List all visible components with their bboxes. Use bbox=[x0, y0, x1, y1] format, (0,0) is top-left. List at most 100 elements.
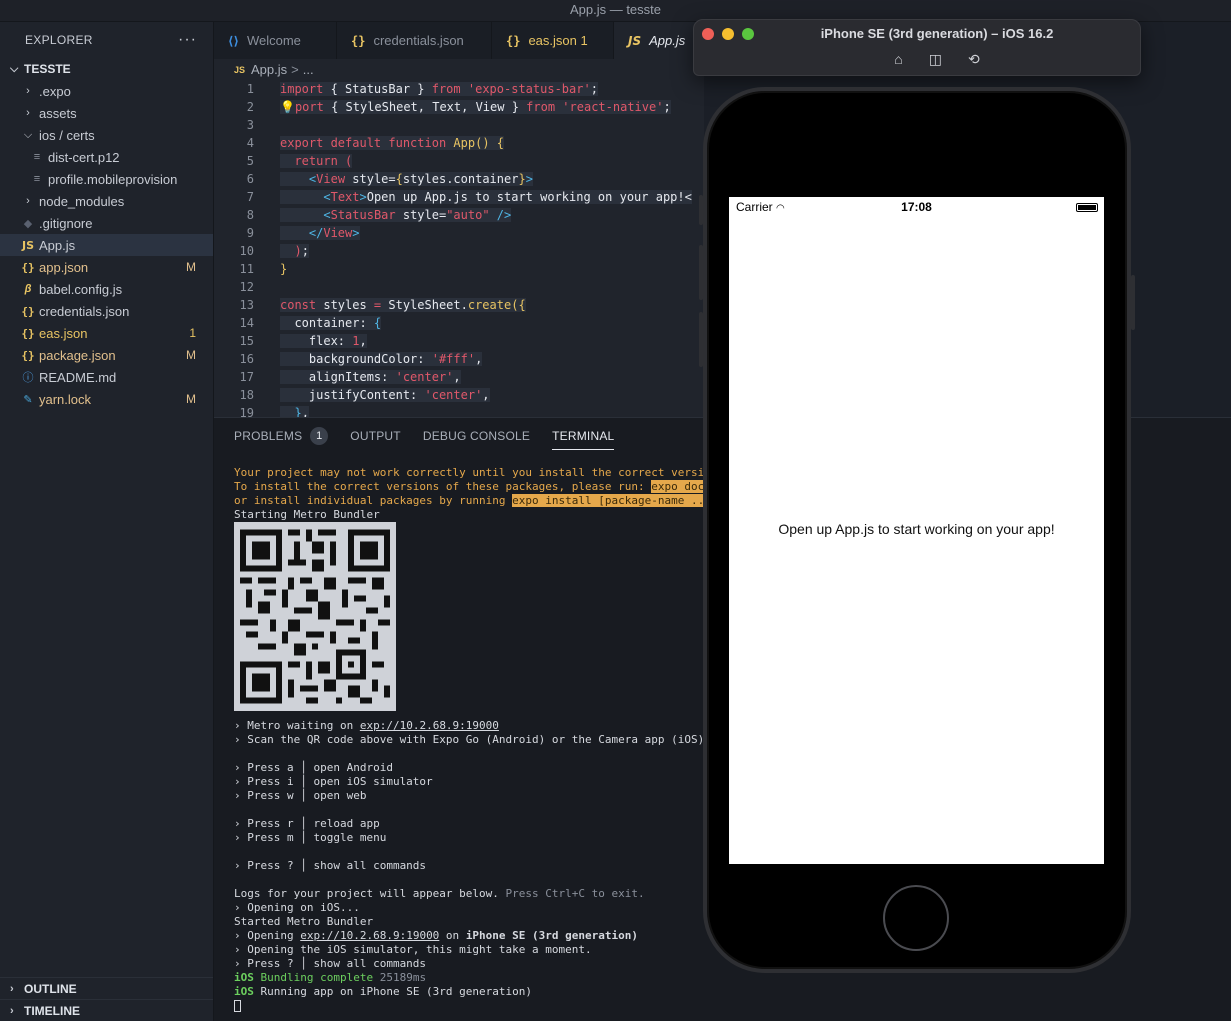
line-number: 3 bbox=[246, 118, 254, 132]
tree-item-label: package.json bbox=[39, 347, 116, 363]
vscode-icon: ⟨⟩ bbox=[228, 33, 239, 48]
code-line: flex: 1, bbox=[280, 334, 367, 348]
chevron-right-icon: › bbox=[26, 107, 30, 119]
yarn-icon: ✎ bbox=[23, 393, 33, 406]
tab-eas-json[interactable]: {} eas.json 1 bbox=[492, 22, 614, 59]
term-line: › Press ? │ show all commands bbox=[234, 859, 427, 872]
timeline-section[interactable]: › TIMELINE bbox=[0, 999, 213, 1021]
tree-item-label: app.json bbox=[39, 259, 89, 275]
line-number: 12 bbox=[239, 280, 254, 294]
tree-item[interactable]: JS App.js bbox=[0, 234, 213, 256]
battery-icon bbox=[1076, 203, 1098, 212]
tab-label: OUTPUT bbox=[350, 429, 401, 443]
terminal-cursor bbox=[234, 1000, 241, 1012]
json-icon: {} bbox=[506, 33, 521, 48]
outline-label: OUTLINE bbox=[24, 981, 77, 996]
chevron-right-icon: › bbox=[10, 1004, 14, 1017]
tab-label: TERMINAL bbox=[552, 429, 615, 443]
chevron-down-icon: ⌵ bbox=[10, 62, 19, 75]
mute-switch[interactable] bbox=[699, 195, 703, 225]
tree-item[interactable]: β babel.config.js bbox=[0, 278, 213, 300]
tab-terminal[interactable]: TERMINAL bbox=[552, 418, 615, 454]
tab-label: Welcome bbox=[246, 33, 301, 48]
tree-item[interactable]: {} package.json M bbox=[0, 344, 213, 366]
tree-item[interactable]: ≡ profile.mobileprovision bbox=[0, 168, 213, 190]
tree-item-label: assets bbox=[39, 105, 77, 121]
chevron-right-icon: › bbox=[10, 982, 14, 995]
project-section[interactable]: ⌵ TESSTE bbox=[0, 58, 213, 80]
term-line: Your project may not work correctly unti… bbox=[234, 466, 744, 479]
tree-item[interactable]: › assets bbox=[0, 102, 213, 124]
tab-label: credentials.json bbox=[373, 33, 464, 48]
tree-item[interactable]: ✎ yarn.lock M bbox=[0, 388, 213, 410]
status-badge: M bbox=[186, 348, 196, 362]
term-line: › Opening on iOS... bbox=[234, 901, 360, 914]
tree-item-label: eas.json bbox=[39, 325, 88, 341]
rotate-icon[interactable]: ⟲ bbox=[968, 51, 980, 68]
term-line: › Press r │ reload app bbox=[234, 817, 380, 830]
device-screen[interactable]: Carrier ◠ 17:08 Open up App.js to start … bbox=[729, 197, 1104, 864]
tab-credentials-json[interactable]: {} credentials.json bbox=[337, 22, 492, 59]
term-line: › Press i │ open iOS simulator bbox=[234, 775, 433, 788]
tree-item-label: App.js bbox=[39, 237, 76, 253]
breadcrumb: JS App.js > ... bbox=[214, 59, 704, 80]
tree-item-label: profile.mobileprovision bbox=[48, 171, 178, 187]
tab-label: PROBLEMS bbox=[234, 429, 303, 443]
code-line: <Text>Open up App.js to start working on… bbox=[280, 190, 692, 204]
term-line: › Opening exp://10.2.68.9:19000 on iPhon… bbox=[234, 929, 638, 942]
breadcrumb-rest[interactable]: ... bbox=[303, 62, 314, 77]
power-button[interactable] bbox=[1131, 275, 1135, 330]
tab-welcome[interactable]: ⟨⟩ Welcome bbox=[214, 22, 337, 59]
code-line: </View> bbox=[280, 226, 360, 240]
tab-output[interactable]: OUTPUT bbox=[350, 418, 401, 454]
explorer-sidebar: EXPLORER ··· ⌵ TESSTE › .expo › assets ⌵ ios … bbox=[0, 22, 214, 1021]
json-icon: {} bbox=[21, 260, 35, 274]
tree-item[interactable]: ⓘ README.md bbox=[0, 366, 213, 388]
term-line: iOS Running app on iPhone SE (3rd genera… bbox=[234, 985, 533, 998]
tree-item[interactable]: › node_modules bbox=[0, 190, 213, 212]
tree-item[interactable]: {} credentials.json bbox=[0, 300, 213, 322]
code-line: ); bbox=[280, 244, 309, 258]
tree-item-label: .expo bbox=[39, 83, 71, 99]
tree-item-label: ios / certs bbox=[39, 127, 95, 143]
lightbulb-icon: 💡 bbox=[280, 100, 295, 114]
breadcrumb-file[interactable]: App.js bbox=[251, 62, 287, 77]
code-editor[interactable]: 1 2 3 4 5 6 7 8 9 10 11 12 13 14 15 16 17 18 19 import { S… bbox=[214, 80, 704, 417]
volume-down-button[interactable] bbox=[699, 312, 703, 367]
clock: 17:08 bbox=[901, 200, 932, 214]
terminal-output[interactable]: Your project may not work correctly unti… bbox=[234, 466, 751, 1013]
tree-item[interactable]: {} eas.json 1 bbox=[0, 322, 213, 344]
term-line: Starting Metro Bundler bbox=[234, 508, 380, 521]
metro-url-link[interactable]: exp://10.2.68.9:19000 bbox=[360, 719, 499, 732]
tree-item[interactable]: {} app.json M bbox=[0, 256, 213, 278]
tree-item[interactable]: ≡ dist-cert.p12 bbox=[0, 146, 213, 168]
term-line: iOS Bundling complete 25189ms bbox=[234, 971, 427, 984]
code-line: <StatusBar style="auto" /> bbox=[280, 208, 512, 222]
tree-item[interactable]: ◆ .gitignore bbox=[0, 212, 213, 234]
term-line: › Press m │ toggle menu bbox=[234, 831, 387, 844]
simulator-toolbar: ⌂ ◫ ⟲ bbox=[694, 51, 1140, 68]
chevron-right-icon: › bbox=[26, 85, 30, 97]
tab-label: App.js bbox=[649, 33, 686, 48]
tree-item-label: babel.config.js bbox=[39, 281, 123, 297]
explorer-header: EXPLORER ··· bbox=[0, 22, 213, 58]
outline-section[interactable]: › OUTLINE bbox=[0, 977, 213, 999]
opening-url-link[interactable]: exp://10.2.68.9:19000 bbox=[300, 929, 439, 942]
tree-item-label: dist-cert.p12 bbox=[48, 149, 120, 165]
screenshot-icon[interactable]: ◫ bbox=[929, 51, 942, 68]
js-icon: JS bbox=[628, 33, 642, 48]
tree-item[interactable]: › .expo bbox=[0, 80, 213, 102]
status-badge: M bbox=[186, 392, 196, 406]
problems-count-badge: 1 bbox=[310, 427, 329, 445]
home-button[interactable] bbox=[883, 885, 949, 951]
tab-debug-console[interactable]: DEBUG CONSOLE bbox=[423, 418, 530, 454]
tree-item[interactable]: ⌵ ios / certs bbox=[0, 124, 213, 146]
more-actions-icon[interactable]: ··· bbox=[178, 31, 197, 49]
tab-problems[interactable]: PROBLEMS 1 bbox=[234, 418, 329, 454]
simulator-window[interactable]: iPhone SE (3rd generation) – iOS 16.2 ⌂ … bbox=[693, 19, 1141, 76]
tree-item-label: yarn.lock bbox=[39, 391, 92, 407]
volume-up-button[interactable] bbox=[699, 245, 703, 300]
home-icon[interactable]: ⌂ bbox=[894, 51, 902, 68]
tab-app-js[interactable]: JS App.js bbox=[614, 22, 704, 59]
babel-icon: β bbox=[24, 283, 32, 295]
